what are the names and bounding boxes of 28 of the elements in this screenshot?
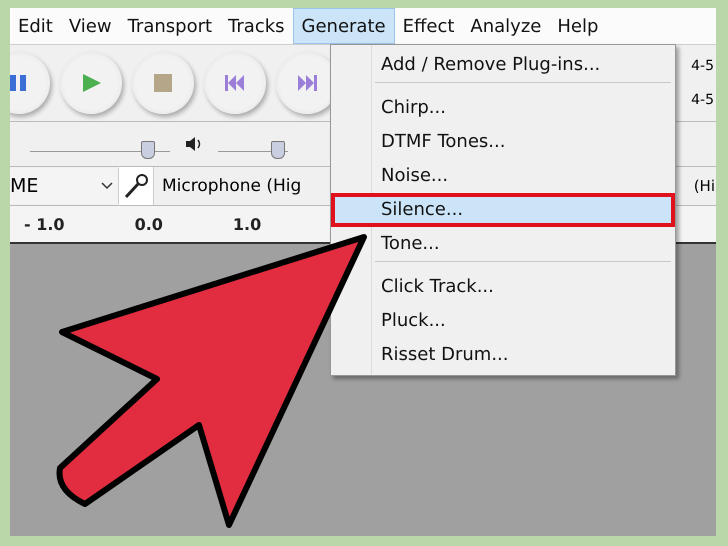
menu-item[interactable]: Edit [10, 8, 61, 44]
slider-thumb[interactable] [140, 141, 155, 159]
ruler-label: 1.0 [232, 214, 262, 234]
menu-item[interactable]: Transport [120, 8, 220, 44]
meter-label: 4-5 [691, 58, 714, 74]
menu-item[interactable]: Silence... [331, 193, 675, 227]
menu-item[interactable]: Analyze [462, 8, 550, 44]
audio-host-dropdown[interactable]: ME [10, 168, 119, 204]
menu-item[interactable]: Pluck... [371, 304, 675, 338]
microphone-icon [122, 172, 150, 200]
menu-item[interactable]: DTMF Tones... [371, 125, 675, 159]
stop-icon [152, 72, 174, 94]
ruler-label: 0.0 [134, 214, 163, 234]
menu-item[interactable]: Click Track... [371, 270, 675, 304]
chevron-down-icon [100, 181, 114, 191]
output-device-label: (Hi [694, 177, 716, 195]
menu-item[interactable]: Help [549, 8, 606, 44]
menu-item[interactable]: Generate [292, 8, 395, 44]
ruler-label: - 1.0 [24, 214, 65, 234]
menu-item[interactable]: Noise... [371, 159, 675, 193]
menu-item[interactable]: Risset Drum... [371, 338, 675, 372]
menu-item[interactable]: Effect [394, 8, 462, 44]
meter-label: 4-5 [691, 92, 714, 108]
input-device-dropdown[interactable]: Microphone (Hig [154, 176, 302, 196]
slider-thumb[interactable] [271, 141, 286, 159]
menu-item[interactable]: Chirp... [371, 91, 675, 125]
menu-item[interactable]: Tracks [220, 8, 293, 44]
menu-item[interactable]: View [60, 8, 120, 44]
